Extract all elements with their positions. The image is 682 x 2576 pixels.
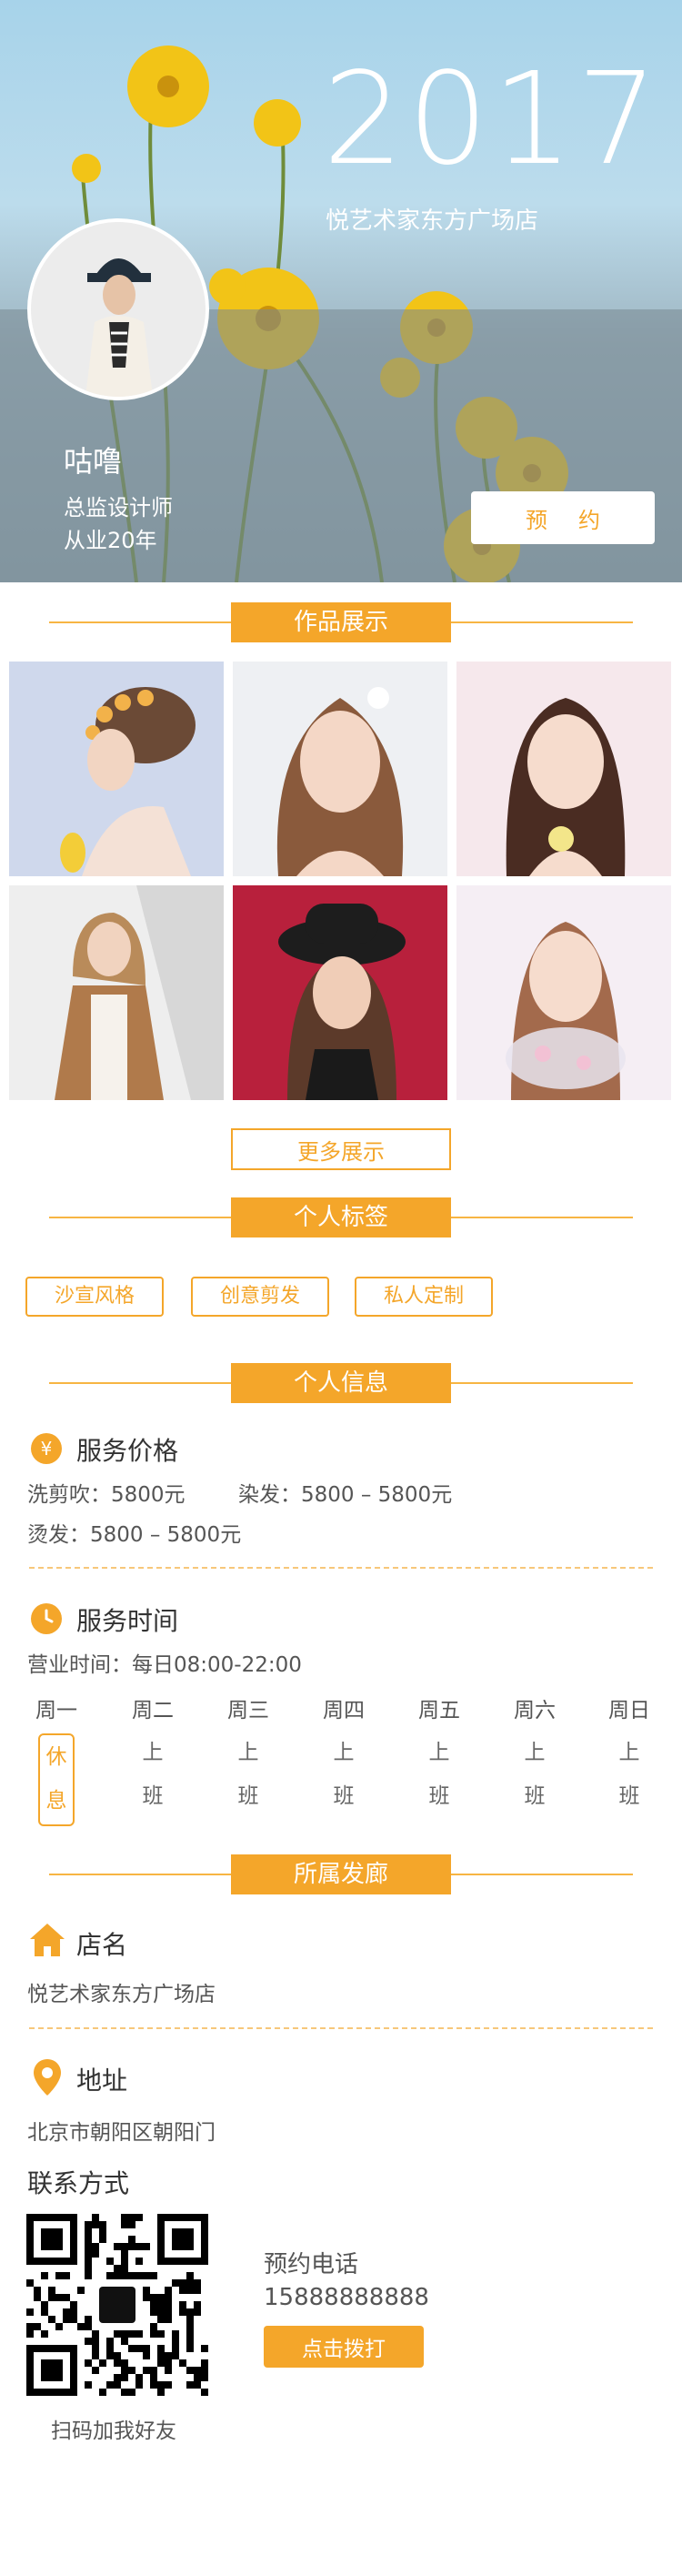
hero-year: 2017 (323, 45, 662, 194)
day-label: 周六 (514, 1699, 556, 1722)
avatar (27, 218, 209, 400)
divider-line (49, 621, 231, 623)
divider-line (49, 1874, 231, 1875)
qr-caption: 扫码加我好友 (51, 2419, 176, 2443)
clock-icon (31, 1603, 62, 1634)
gallery-photo-2[interactable] (233, 662, 447, 876)
status-char: 息 (45, 1789, 67, 1813)
divider-line (49, 1382, 231, 1384)
portrait-image (9, 662, 224, 876)
day-label: 周一 (35, 1699, 77, 1722)
status-char: 上 (237, 1741, 259, 1764)
price-heading: 服务价格 (76, 1436, 179, 1466)
clock-glyph (45, 1609, 54, 1623)
day-status-work: 上 班 (326, 1731, 362, 1818)
portrait-image (456, 885, 671, 1100)
day-status-rest: 休 息 (38, 1733, 75, 1826)
tag-chip[interactable]: 沙宣风格 (25, 1277, 164, 1317)
day-label: 周五 (418, 1699, 460, 1722)
status-char: 班 (618, 1784, 640, 1808)
day-label: 周二 (132, 1699, 174, 1722)
day-status-work: 上 班 (517, 1731, 553, 1818)
gallery-photo-6[interactable] (456, 885, 671, 1100)
status-char: 上 (333, 1741, 355, 1764)
status-char: 上 (142, 1741, 164, 1764)
time-heading: 服务时间 (76, 1606, 179, 1636)
phone-number: 15888888888 (264, 2284, 429, 2311)
section-title: 所属发廊 (231, 1854, 451, 1894)
avatar-portrait-image (31, 222, 206, 397)
designer-title: 总监设计师 从业20年 (64, 491, 173, 557)
hero-banner: 2017 悦艺术家东方广场店 咕噜 总监设计师 从业20年 预约 (0, 0, 682, 582)
dashed-divider (29, 2027, 653, 2029)
contact-heading: 联系方式 (27, 2168, 130, 2198)
day-status-work: 上 班 (135, 1731, 171, 1818)
section-tags-header: 个人标签 (0, 1197, 682, 1237)
section-title: 作品展示 (231, 602, 451, 642)
dashed-divider (29, 1567, 653, 1569)
portrait-image (233, 662, 447, 876)
divider-line (451, 1217, 633, 1218)
status-char: 上 (618, 1741, 640, 1764)
location-pin-icon (34, 2059, 61, 2096)
address-heading: 地址 (76, 2066, 128, 2096)
status-char: 班 (142, 1784, 164, 1808)
status-char: 班 (524, 1784, 546, 1808)
yen-icon: ¥ (31, 1433, 62, 1464)
store-name: 悦艺术家东方广场店 (27, 1983, 216, 2006)
business-hours: 营业时间：每日08:00-22:00 (27, 1653, 302, 1677)
portrait-image (456, 662, 671, 876)
day-label: 周三 (227, 1699, 269, 1722)
phone-label: 预约电话 (264, 2251, 359, 2278)
gallery-photo-3[interactable] (456, 662, 671, 876)
day-label: 周日 (608, 1699, 650, 1722)
call-button[interactable]: 点击拨打 (264, 2326, 424, 2368)
gallery-photo-5[interactable] (233, 885, 447, 1100)
day-label: 周四 (323, 1699, 365, 1722)
tag-chip[interactable]: 私人定制 (355, 1277, 493, 1317)
book-button[interactable]: 预约 (471, 491, 655, 544)
gallery-photo-4[interactable] (9, 885, 224, 1100)
store-name-heading: 店名 (76, 1930, 128, 1960)
status-char: 休 (45, 1745, 67, 1769)
day-status-work: 上 班 (421, 1731, 457, 1818)
status-char: 班 (333, 1784, 355, 1808)
hero-store-name: 悦艺术家东方广场店 (326, 207, 539, 235)
status-char: 班 (428, 1784, 450, 1808)
day-status-work: 上 班 (611, 1731, 647, 1818)
section-info-header: 个人信息 (0, 1363, 682, 1403)
portrait-image (9, 885, 224, 1100)
status-char: 上 (524, 1741, 546, 1764)
tag-chip[interactable]: 创意剪发 (191, 1277, 329, 1317)
divider-line (451, 1382, 633, 1384)
gallery-photo-1[interactable] (9, 662, 224, 876)
status-char: 班 (237, 1784, 259, 1808)
qr-code (25, 2213, 209, 2397)
divider-line (451, 621, 633, 623)
portrait-image (233, 885, 447, 1100)
qr-code-image (26, 2214, 208, 2396)
price-perm: 烫发：5800 – 5800元 (27, 1523, 242, 1547)
designer-experience: 从业20年 (64, 528, 157, 553)
designer-name: 咕噜 (64, 444, 123, 479)
price-dye: 染发：5800 – 5800元 (238, 1483, 453, 1507)
more-works-button[interactable]: 更多展示 (231, 1128, 451, 1170)
price-wash-cut: 洗剪吹：5800元 (27, 1483, 186, 1507)
divider-line (451, 1874, 633, 1875)
section-works-header: 作品展示 (0, 602, 682, 642)
section-title: 个人标签 (231, 1197, 451, 1237)
section-title: 个人信息 (231, 1363, 451, 1403)
status-char: 上 (428, 1741, 450, 1764)
designer-role: 总监设计师 (64, 495, 173, 520)
section-salon-header: 所属发廊 (0, 1854, 682, 1894)
day-status-work: 上 班 (230, 1731, 266, 1818)
home-icon (30, 1924, 65, 1956)
address-text: 北京市朝阳区朝阳门 (27, 2121, 216, 2145)
divider-line (49, 1217, 231, 1218)
